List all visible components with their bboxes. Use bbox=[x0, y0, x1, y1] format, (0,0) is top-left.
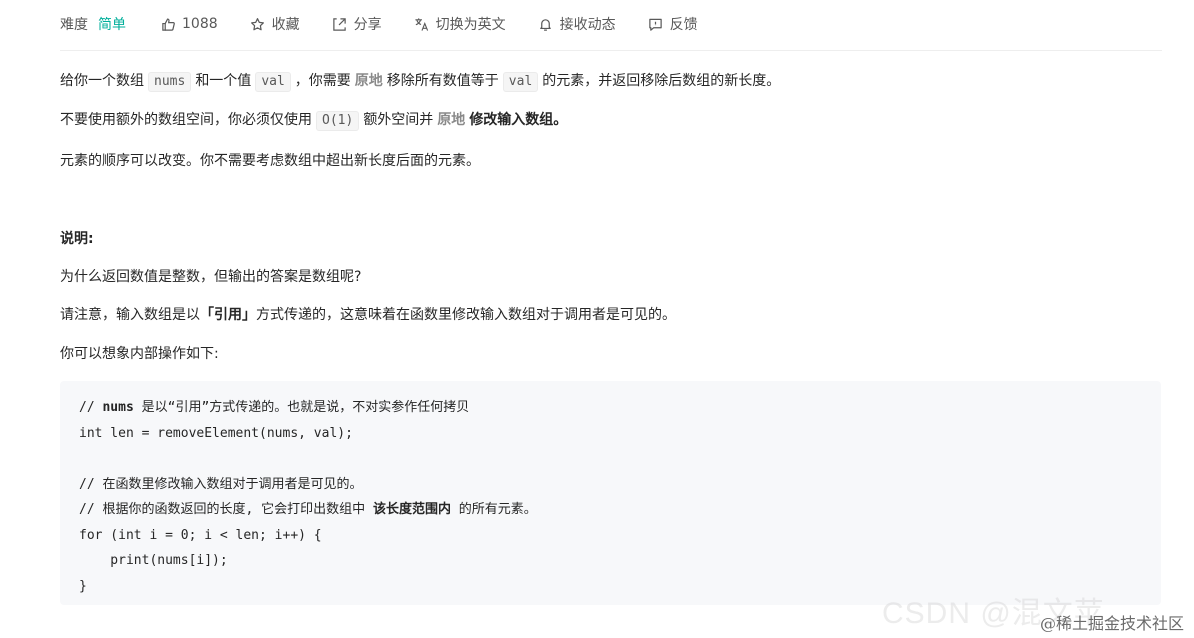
favorite-button[interactable]: 收藏 bbox=[250, 14, 300, 34]
description-paragraph-1: 给你一个数组 nums 和一个值 val ，你需要 原地 移除所有数值等于 val 的元素，并返… bbox=[60, 70, 780, 92]
code-text: 的所有元素。 bbox=[450, 502, 537, 517]
favorite-label: 收藏 bbox=[271, 17, 300, 33]
text: 和一个值 bbox=[195, 73, 252, 89]
notify-button[interactable]: 接收动态 bbox=[538, 14, 616, 34]
code-content: // nums 是以“引用”方式传递的。也就是说，不对实参作任何拷贝 int le… bbox=[60, 381, 1161, 613]
text: 方式传递的，这意味着在函数里修改输入数组对于调用者是可见的。 bbox=[256, 307, 676, 323]
like-button[interactable]: 1088 bbox=[160, 16, 218, 32]
feedback-button[interactable]: 反馈 bbox=[648, 14, 698, 34]
translate-icon bbox=[414, 16, 430, 32]
note-heading: 说明: bbox=[60, 231, 94, 247]
bell-icon bbox=[538, 16, 554, 32]
text: 移除所有数值等于 bbox=[386, 73, 499, 89]
inline-code: O(1) bbox=[316, 111, 360, 131]
share-button[interactable]: 分享 bbox=[332, 14, 382, 34]
problem-toolbar: 难度 简单 1088 收藏 分享 切换为英文 接收动态 反馈 bbox=[60, 12, 1162, 36]
emphasis-in-place: 原地 bbox=[437, 112, 466, 128]
share-label: 分享 bbox=[353, 17, 382, 33]
notify-label: 接收动态 bbox=[559, 17, 616, 33]
text: 不要使用额外的数组空间，你必须仅使用 bbox=[60, 112, 312, 128]
like-count: 1088 bbox=[182, 16, 218, 32]
code-line: int len = removeElement(nums, val); bbox=[79, 425, 353, 441]
inline-code: val bbox=[502, 72, 539, 92]
code-text: // bbox=[79, 400, 103, 415]
description-paragraph-3: 元素的顺序可以改变。你不需要考虑数组中超出新长度后面的元素。 bbox=[60, 153, 480, 169]
emphasis-in-place: 原地 bbox=[354, 73, 383, 89]
code-line: // 根据你的函数返回的长度, 它会打印出数组中 该长度范围内 的所有元素。 bbox=[79, 497, 1142, 523]
share-icon bbox=[332, 16, 348, 32]
code-bold: 该长度范围内 bbox=[372, 502, 451, 517]
star-icon bbox=[250, 16, 266, 32]
note-paragraph-2: 你可以想象内部操作如下: bbox=[60, 346, 219, 362]
thumbs-up-icon bbox=[160, 16, 176, 32]
toolbar-divider bbox=[60, 50, 1162, 51]
note-question: 为什么返回数值是整数，但输出的答案是数组呢? bbox=[60, 269, 362, 285]
strong-text: 「引用」 bbox=[200, 307, 256, 323]
code-line: for (int i = 0; i < len; i++) { bbox=[79, 527, 322, 543]
code-text: // 根据你的函数返回的长度, 它会打印出数组中 bbox=[79, 502, 373, 517]
difficulty: 难度 简单 bbox=[60, 14, 126, 34]
difficulty-value: 简单 bbox=[98, 17, 126, 33]
text: 的元素，并返回移除后数组的新长度。 bbox=[542, 73, 781, 89]
inline-code: val bbox=[255, 72, 291, 92]
strong-text: 修改输入数组。 bbox=[469, 112, 568, 128]
text: ，你需要 bbox=[294, 73, 351, 89]
description-paragraph-2: 不要使用额外的数组空间，你必须仅使用 O(1) 额外空间并 原地 修改输入数组。 bbox=[60, 109, 567, 131]
note-paragraph: 请注意，输入数组是以「引用」方式传递的，这意味着在函数里修改输入数组对于调用者是… bbox=[60, 304, 676, 326]
inline-code: nums bbox=[148, 72, 192, 92]
code-line: // 在函数里修改输入数组对于调用者是可见的。 bbox=[79, 476, 363, 492]
text: 给你一个数组 bbox=[60, 73, 144, 89]
code-bold: nums bbox=[102, 400, 134, 415]
code-text: 是以“引用”方式传递的。也就是说，不对实参作任何拷贝 bbox=[133, 400, 470, 415]
text: 请注意，输入数组是以 bbox=[60, 307, 200, 323]
feedback-icon bbox=[648, 16, 664, 32]
code-block: // nums 是以“引用”方式传递的。也就是说，不对实参作任何拷贝 int le… bbox=[60, 381, 1161, 605]
text: 额外空间并 bbox=[363, 112, 434, 128]
juejin-watermark: @稀土掘金技术社区 bbox=[1039, 614, 1184, 633]
code-line: print(nums[i]); bbox=[79, 553, 228, 568]
code-line: // nums 是以“引用”方式传递的。也就是说，不对实参作任何拷贝 bbox=[79, 395, 1142, 421]
difficulty-label: 难度 bbox=[60, 17, 88, 33]
translate-button[interactable]: 切换为英文 bbox=[414, 14, 506, 34]
feedback-label: 反馈 bbox=[669, 17, 698, 33]
translate-label: 切换为英文 bbox=[435, 17, 506, 33]
